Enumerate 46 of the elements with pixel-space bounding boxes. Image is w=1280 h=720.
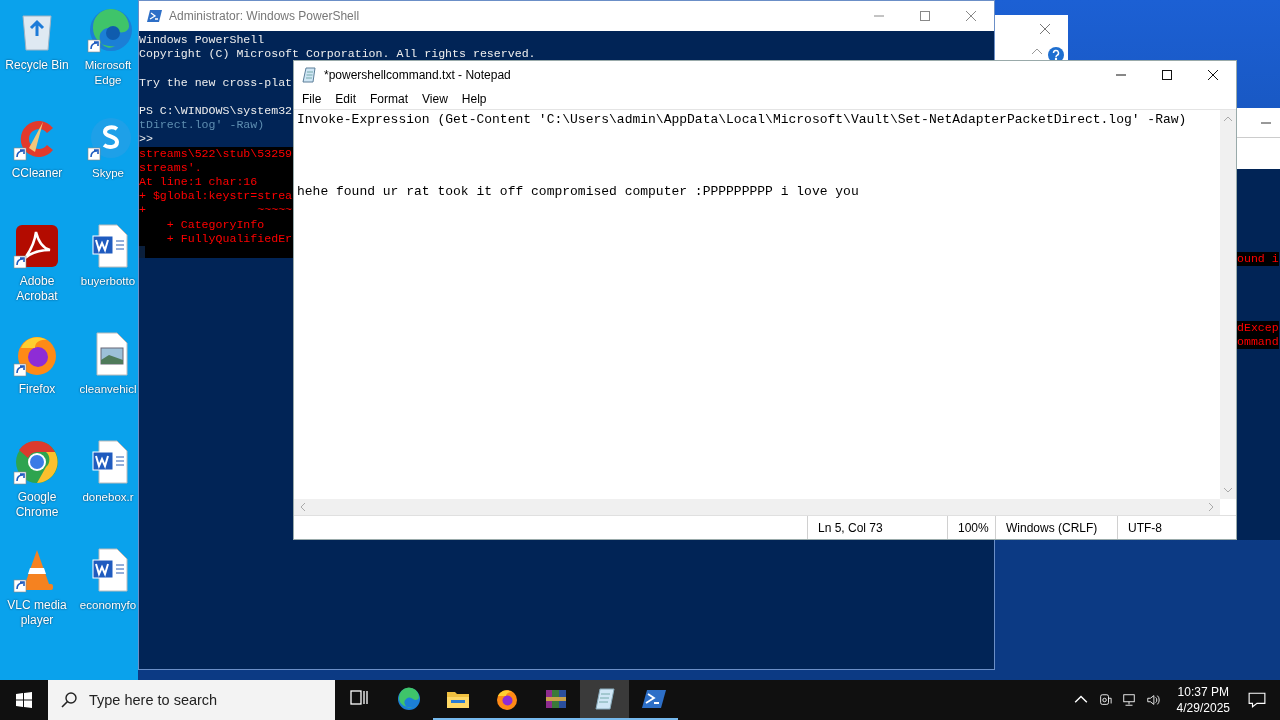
menu-item[interactable]: File (295, 90, 329, 108)
powershell-icon (641, 687, 666, 711)
window-title: *powershellcommand.txt - Notepad (324, 68, 511, 82)
desktop-icon-label: CCleaner (10, 166, 64, 181)
text-cursor (139, 246, 145, 258)
winrar-icon (543, 687, 568, 711)
status-item: 100% (947, 516, 995, 539)
firefox-icon (494, 687, 519, 711)
console-line: >> (139, 132, 153, 147)
desktop-icon-label: donebox.r (81, 490, 135, 505)
notepad-icon (592, 687, 617, 711)
desktop-icon-label: Skype (91, 166, 125, 181)
notepad-taskbar-button[interactable] (580, 680, 629, 720)
desktop-icon-label: Google Chrome (14, 490, 60, 520)
desktop-icon-label: Firefox (17, 382, 57, 397)
notepad-icon (302, 67, 318, 83)
edge-icon[interactable] (87, 6, 135, 54)
console-line: Copyright (C) Microsoft Corporation. All rights reserved. (139, 47, 536, 62)
desktop-icon-label: cleanvehicl (78, 382, 138, 397)
document-text[interactable]: Invoke-Expression (Get-Content 'C:\Users\admin\AppData\Local\Microsoft\Vault\Set-NetAdapterPacketDirect.log' -Raw) hehe found ur rat took it off compromised computer :PPPPPPPPP i love you (297, 111, 1217, 201)
window-title: Administrator: Windows PowerShell (169, 9, 360, 23)
console-line: Windows PowerShell (139, 33, 265, 48)
menu-item[interactable]: Help (454, 90, 494, 108)
console-line: tDirect.log' -Raw) (139, 118, 265, 133)
desktop-icon-label: Microsoft Edge (83, 58, 133, 88)
desktop-icon-label: economyfo (78, 598, 138, 613)
search-icon (61, 692, 77, 708)
desktop-icon-label: Recycle Bin (4, 58, 70, 73)
search-field[interactable]: Type here to search (48, 680, 335, 720)
edge-icon (396, 687, 421, 711)
close-icon[interactable] (1040, 24, 1050, 34)
status-item: UTF-8 (1117, 516, 1236, 539)
acrobat-icon[interactable] (13, 222, 61, 270)
desktop-icon-label: VLC media player (6, 598, 68, 628)
clock[interactable]: 10:37 PM 4/29/2025 (1164, 684, 1240, 716)
desktop-icon-label: buyerbotto (79, 274, 137, 289)
desktop-icon-label: Adobe Acrobat (15, 274, 59, 304)
chrome-icon[interactable] (13, 438, 61, 486)
console-line: PS C:\WINDOWS\system32 (139, 104, 293, 119)
console-line: Try the new cross-plat (139, 75, 293, 90)
status-item: Windows (CRLF) (995, 516, 1117, 539)
menu-item[interactable]: Format (363, 90, 416, 108)
status-item: Ln 5, Col 73 (807, 516, 947, 539)
menu-item[interactable]: Edit (328, 90, 364, 108)
powershell-icon (147, 8, 163, 24)
menu-item[interactable]: View (415, 90, 455, 108)
